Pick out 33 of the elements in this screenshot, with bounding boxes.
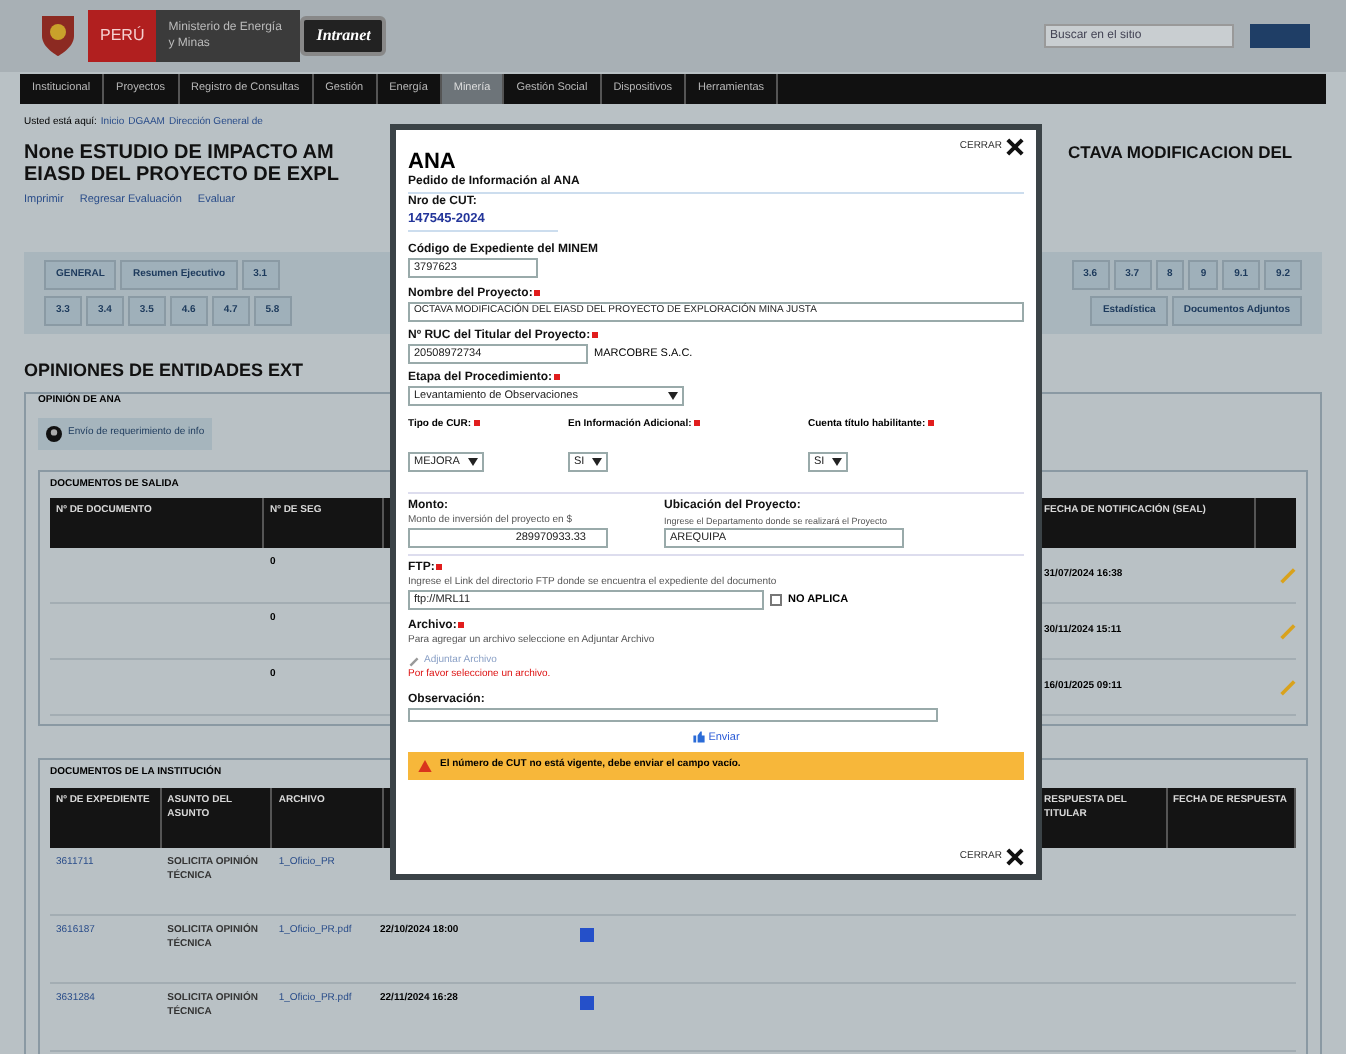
- required-marker: [927, 419, 934, 426]
- page-title: None ESTUDIO DE IMPACTO AM: [24, 141, 336, 163]
- coat-of-arms-icon: [36, 12, 80, 60]
- required-marker: [592, 331, 599, 338]
- caret-icon: [832, 457, 843, 466]
- close-icon: [1006, 848, 1024, 866]
- square-icon: [580, 927, 594, 942]
- caret-icon: [467, 457, 478, 466]
- required-marker: [436, 563, 443, 570]
- textarea-field[interactable]: [408, 707, 938, 722]
- caret-icon: [668, 391, 678, 400]
- page-title: CTAVA MODIFICACION DEL: [1068, 141, 1293, 163]
- search-button[interactable]: [1250, 24, 1310, 48]
- warning-icon: [418, 760, 432, 772]
- required-marker: [554, 373, 561, 380]
- close-icon: [1006, 138, 1024, 156]
- section-title: OPINIONES DE ENTIDADES EXT: [24, 357, 304, 384]
- thumbs-up-icon: [692, 730, 707, 745]
- country-label: PERÚ: [88, 10, 157, 62]
- required-marker: [693, 419, 700, 426]
- required-marker: [458, 621, 465, 628]
- square-icon: [580, 995, 594, 1010]
- caret-icon: [592, 457, 603, 466]
- required-marker: [473, 419, 480, 426]
- modal-title: ANA: [408, 152, 458, 174]
- pencil-icon[interactable]: [1278, 622, 1296, 641]
- column-header: [1256, 498, 1296, 549]
- checkbox[interactable]: [770, 593, 782, 606]
- user-icon: [46, 425, 62, 442]
- intranet-logo: Intranet: [300, 16, 387, 56]
- pencil-icon[interactable]: [1278, 678, 1296, 697]
- required-marker: [534, 289, 541, 296]
- pencil-icon[interactable]: [1278, 566, 1296, 585]
